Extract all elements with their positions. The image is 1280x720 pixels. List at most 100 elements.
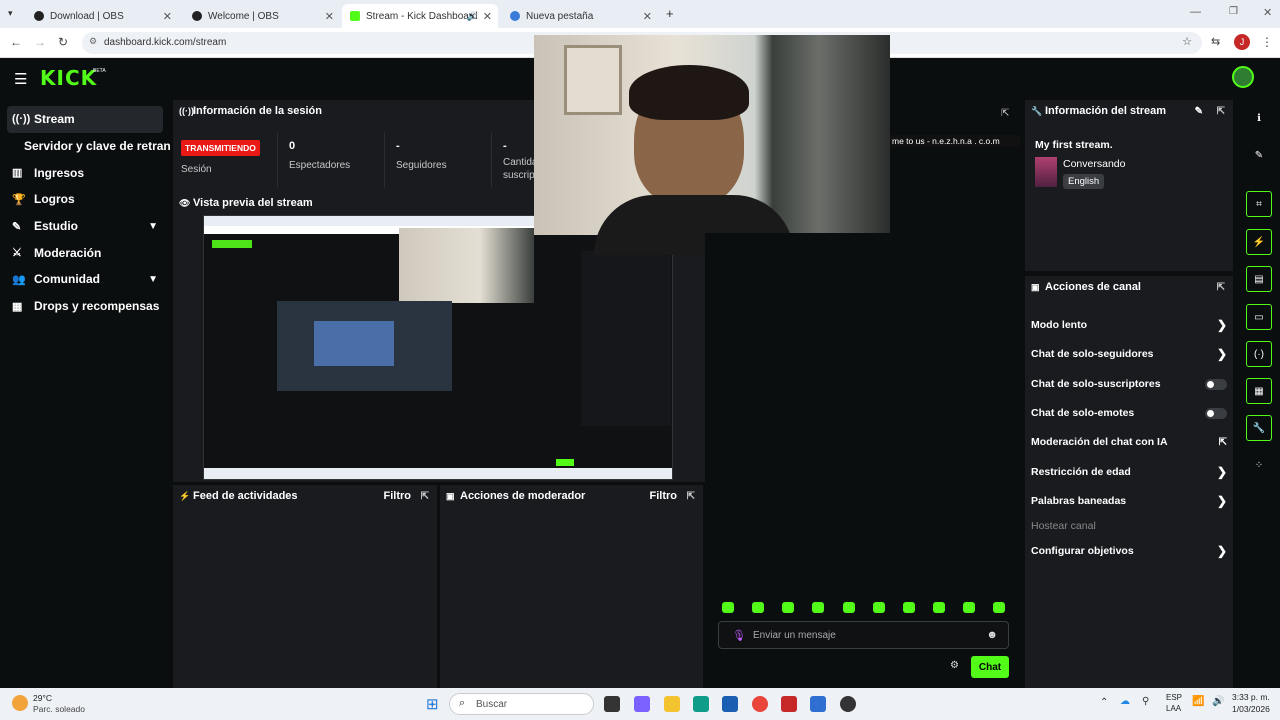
edit-icon[interactable]: ✎	[1195, 106, 1203, 117]
action-ai-moderation[interactable]: Moderación del chat con IA ⇱	[1031, 432, 1227, 452]
popout-icon[interactable]: ⇱	[687, 491, 695, 502]
window-close-icon[interactable]: ✕	[1263, 6, 1272, 19]
popout-icon[interactable]: ⇱	[1217, 106, 1225, 117]
chrome-icon[interactable]	[752, 696, 768, 712]
chat-settings-icon[interactable]: ⚙	[950, 660, 959, 671]
crop-icon[interactable]: ⌗	[1246, 191, 1272, 217]
emote-icon[interactable]	[843, 602, 855, 613]
chat-message-input[interactable]: 🎙 Enviar un mensaje ☻	[718, 621, 1009, 649]
sidebar-item-estudio[interactable]: ✎ Estudio ▼	[0, 213, 170, 240]
emote-icon[interactable]	[873, 602, 885, 613]
emote-icon[interactable]	[933, 602, 945, 613]
tab-new-tab[interactable]: Nueva pestaña ✕	[502, 4, 658, 28]
sidebar-item-logros[interactable]: 🏆 Logros	[0, 186, 170, 213]
info-icon[interactable]: ℹ	[1246, 105, 1272, 131]
emote-icon[interactable]	[812, 602, 824, 613]
close-icon[interactable]: ✕	[483, 10, 492, 23]
taskbar-search[interactable]: ⌕ Buscar	[449, 693, 594, 715]
windows-start-icon[interactable]: ⊞	[426, 695, 439, 713]
emote-icon[interactable]	[752, 602, 764, 613]
copilot-icon[interactable]	[634, 696, 650, 712]
layout-icon[interactable]: ▦	[1246, 378, 1272, 404]
reload-icon[interactable]: ↻	[58, 35, 68, 49]
action-banned-words[interactable]: Palabras baneadas ❯	[1031, 491, 1227, 511]
broadcast-icon[interactable]: (·)	[1246, 341, 1272, 367]
tab-welcome-obs[interactable]: Welcome | OBS ✕	[184, 4, 340, 28]
chevron-right-icon: ❯	[1216, 465, 1227, 479]
tab-list-chevron-icon[interactable]: ▾	[8, 8, 13, 19]
chat-send-button[interactable]: Chat	[971, 656, 1009, 678]
sidebar-item-stream[interactable]: ((·)) Stream	[7, 106, 163, 133]
extensions-icon[interactable]: ⇆	[1211, 35, 1220, 48]
popout-icon: ⇱	[1218, 436, 1227, 448]
filter-button[interactable]: Filtro	[650, 490, 678, 502]
close-icon[interactable]: ✕	[643, 10, 652, 23]
user-avatar[interactable]	[1232, 66, 1254, 88]
forward-icon[interactable]: →	[34, 35, 46, 49]
hamburger-menu-icon[interactable]: ☰	[14, 70, 27, 88]
stat-label: Espectadores	[289, 160, 351, 171]
stat-value: 0	[289, 140, 296, 152]
tab-download-obs[interactable]: Download | OBS ✕	[26, 4, 178, 28]
session-cell: TRANSMITIENDO Sesión	[173, 132, 278, 188]
emote-icon[interactable]	[903, 602, 915, 613]
document-icon[interactable]: ▤	[1246, 266, 1272, 292]
obs-icon[interactable]	[840, 696, 856, 712]
emote-icon[interactable]	[993, 602, 1005, 613]
emote-icon[interactable]	[782, 602, 794, 613]
sidebar-item-server-key[interactable]: Servidor y clave de retransmisión	[0, 133, 170, 160]
filter-button[interactable]: Filtro	[384, 490, 412, 502]
emote-icon[interactable]	[722, 602, 734, 613]
site-info-icon[interactable]: ⚙	[89, 36, 97, 47]
edit-icon[interactable]: ✎	[1246, 142, 1272, 168]
clock-time[interactable]: 3:33 p. m.	[1232, 692, 1270, 702]
edge-icon[interactable]	[693, 696, 709, 712]
minimize-icon[interactable]: —	[1190, 6, 1201, 18]
file-explorer-icon[interactable]	[664, 696, 680, 712]
tray-app-icon[interactable]: ⚲	[1142, 696, 1149, 707]
sidebar-item-moderacion[interactable]: ⚔ Moderación	[0, 239, 170, 266]
sidebar-item-comunidad[interactable]: 👥 Comunidad ▼	[0, 266, 170, 293]
profile-avatar[interactable]: J	[1234, 34, 1250, 50]
popout-icon[interactable]: ⇱	[1217, 282, 1225, 293]
app-l-icon[interactable]	[781, 696, 797, 712]
sidebar-item-ingresos[interactable]: ▥ Ingresos	[0, 159, 170, 186]
microphone-icon[interactable]: 🎙	[732, 629, 746, 642]
sidebar-item-drops[interactable]: ▦ Drops y recompensas	[0, 293, 170, 320]
emote-icon[interactable]	[963, 602, 975, 613]
action-followers-only[interactable]: Chat de solo-seguidores ❯	[1031, 344, 1227, 364]
tray-chevron-icon[interactable]: ⌃	[1100, 697, 1108, 708]
close-icon[interactable]: ✕	[325, 10, 334, 23]
chat-bubble-icon[interactable]: ▭	[1246, 304, 1272, 330]
onedrive-icon[interactable]: ☁	[1120, 696, 1130, 707]
wifi-icon[interactable]: 📶	[1192, 696, 1204, 707]
close-icon[interactable]: ✕	[163, 10, 172, 23]
action-age-restriction[interactable]: Restricción de edad ❯	[1031, 462, 1227, 482]
wrench-icon[interactable]: 🔧	[1246, 415, 1272, 441]
outlook-icon[interactable]	[810, 696, 826, 712]
back-icon[interactable]: ←	[10, 35, 22, 49]
bookmark-star-icon[interactable]: ☆	[1182, 35, 1192, 48]
action-slow-mode[interactable]: Modo lento ❯	[1031, 315, 1227, 335]
maximize-icon[interactable]: ❐	[1229, 6, 1238, 17]
task-view-icon[interactable]	[604, 696, 620, 712]
action-configure-goals[interactable]: Configurar objetivos ❯	[1031, 541, 1227, 561]
preview-taskbar	[204, 468, 672, 479]
toggle-switch[interactable]	[1205, 407, 1227, 419]
popout-icon[interactable]: ⇱	[421, 491, 429, 502]
volume-icon[interactable]: 🔊	[1212, 696, 1224, 707]
toggle-switch[interactable]	[1205, 378, 1227, 390]
live-badge: TRANSMITIENDO	[181, 140, 260, 156]
lightning-icon[interactable]: ⚡	[1246, 229, 1272, 255]
weather-icon[interactable]	[12, 695, 28, 711]
tab-kick-dashboard[interactable]: Stream - Kick Dashboard 🔊 ✕	[342, 4, 498, 28]
audio-icon[interactable]: 🔊	[467, 11, 478, 22]
add-widget-icon[interactable]: ⁘	[1246, 452, 1272, 478]
store-icon[interactable]	[722, 696, 738, 712]
emoji-icon[interactable]: ☻	[986, 629, 998, 641]
new-tab-plus-icon[interactable]: +	[666, 6, 674, 21]
browser-menu-icon[interactable]: ⋮	[1261, 35, 1273, 49]
kick-logo[interactable]: KICK	[40, 66, 97, 90]
language-indicator[interactable]: ESP	[1166, 693, 1182, 702]
chat-popout-icon[interactable]: ⇱	[1001, 108, 1009, 119]
